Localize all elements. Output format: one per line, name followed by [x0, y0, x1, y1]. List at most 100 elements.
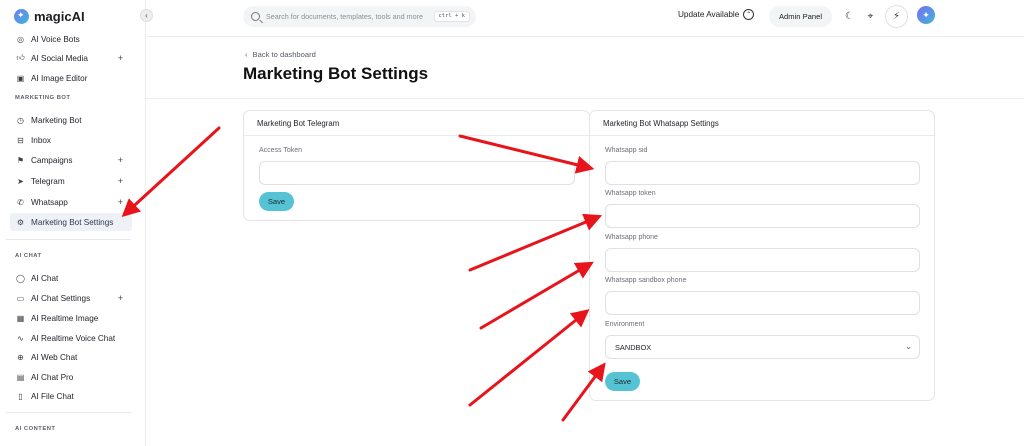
sidebar-item-label: AI Chat	[31, 273, 59, 283]
field-label: Environment	[605, 321, 645, 328]
update-available-button[interactable]: Update Available ⌃	[678, 9, 755, 20]
waveform-icon: ∿	[17, 333, 24, 343]
sidebar-item-ai-realtime-image[interactable]: ▦ AI Realtime Image	[10, 309, 132, 327]
telegram-save-button[interactable]: Save	[259, 192, 294, 211]
chat-settings-icon: ▭	[16, 293, 25, 303]
sidebar-item-ai-social-media[interactable]: 👍︎ AI Social Media +	[10, 49, 132, 67]
update-label: Update Available	[678, 10, 740, 19]
file-icon: ▯	[18, 391, 23, 401]
sidebar-item-campaigns[interactable]: ⚑ Campaigns +	[10, 151, 132, 169]
settings-icon: ⚙	[16, 217, 25, 227]
sidebar-item-label: Marketing Bot	[31, 115, 82, 125]
sidebar-item-ai-chat[interactable]: ◯ AI Chat	[10, 269, 132, 287]
flag-icon: ⚑	[16, 155, 25, 165]
keyboard-shortcut-hint: ctrl + k	[433, 11, 470, 22]
sidebar-item-label: AI Image Editor	[31, 73, 88, 83]
whatsapp-sid-input[interactable]	[605, 161, 920, 185]
chevron-left-icon: ‹	[245, 50, 248, 59]
search-icon	[251, 12, 260, 21]
sidebar-item-label: AI Realtime Image	[31, 313, 99, 323]
expand-plus-icon[interactable]: +	[118, 155, 123, 165]
sidebar-item-ai-file-chat[interactable]: ▯ AI File Chat	[10, 387, 132, 405]
whatsapp-save-button[interactable]: Save	[605, 372, 640, 391]
sidebar-item-ai-voice-bots[interactable]: ◎ AI Voice Bots	[10, 30, 132, 48]
whatsapp-token-input[interactable]	[605, 204, 920, 228]
sidebar-item-marketing-bot-settings[interactable]: ⚙ Marketing Bot Settings	[10, 213, 132, 231]
inbox-icon: ⊟	[17, 135, 24, 145]
lightning-icon: ⚡︎	[892, 11, 901, 22]
thumbs-up-icon: 👍︎	[16, 53, 25, 62]
sidebar-item-label: AI Realtime Voice Chat	[31, 333, 116, 343]
annotation-arrow	[468, 309, 590, 407]
section-label-ai-chat: AI CHAT	[15, 253, 42, 259]
card-title: Marketing Bot Telegram	[244, 111, 589, 136]
dark-mode-toggle[interactable]: ☾	[843, 8, 856, 24]
upgrade-button[interactable]: ⚡︎	[885, 5, 908, 28]
field-label: Whatsapp token	[605, 190, 656, 197]
sidebar-item-whatsapp[interactable]: ✆ Whatsapp +	[10, 193, 132, 211]
focus-mode-button[interactable]: ⌖	[864, 8, 877, 24]
avatar[interactable]: ✦	[917, 6, 935, 24]
expand-plus-icon[interactable]: +	[118, 197, 123, 207]
sidebar-item-label: AI Chat Pro	[31, 372, 74, 382]
compass-icon: ◷	[17, 115, 24, 125]
arrow-up-circle-icon: ⌃	[743, 9, 755, 20]
image-edit-icon: ▣	[16, 73, 25, 83]
globe-icon: ⊕	[17, 352, 24, 362]
field-label: Access Token	[259, 147, 303, 154]
sidebar-collapse-button[interactable]: ‹	[140, 9, 153, 22]
sidebar: magicAI ◎ AI Voice Bots 👍︎ AI Social Med…	[0, 0, 146, 446]
sidebar-item-label: Marketing Bot Settings	[31, 217, 114, 227]
voice-bot-icon: ◎	[17, 34, 24, 44]
expand-plus-icon[interactable]: +	[118, 293, 123, 303]
sidebar-divider	[6, 412, 131, 413]
chat-pro-icon: ▤	[16, 372, 25, 382]
app-name: magicAI	[34, 8, 85, 24]
back-link-label: Back to dashboard	[252, 50, 316, 59]
expand-plus-icon[interactable]: +	[118, 53, 123, 63]
sidebar-item-label: Telegram	[31, 176, 65, 186]
telegram-icon: ➤	[17, 176, 24, 186]
logo[interactable]: magicAI	[14, 5, 85, 27]
moon-icon: ☾	[845, 10, 854, 22]
sidebar-item-ai-chat-pro[interactable]: ▤ AI Chat Pro	[10, 368, 132, 386]
header-divider	[146, 98, 1024, 99]
sidebar-item-label: AI File Chat	[31, 391, 74, 401]
sidebar-item-inbox[interactable]: ⊟ Inbox	[10, 131, 132, 149]
whatsapp-settings-card: Marketing Bot Whatsapp Settings Whatsapp…	[589, 110, 935, 401]
admin-panel-button[interactable]: Admin Panel	[769, 6, 832, 27]
whatsapp-phone-input[interactable]	[605, 248, 920, 272]
sidebar-item-label: Campaigns	[31, 155, 73, 165]
sidebar-item-label: AI Web Chat	[31, 352, 78, 362]
sparkle-icon: ✦	[922, 9, 930, 20]
realtime-image-icon: ▦	[16, 313, 25, 323]
annotation-arrow	[468, 213, 603, 272]
environment-select[interactable]: SANDBOX ⌄	[605, 335, 920, 359]
sidebar-item-ai-web-chat[interactable]: ⊕ AI Web Chat	[10, 348, 132, 366]
sidebar-item-marketing-bot[interactable]: ◷ Marketing Bot	[10, 111, 132, 129]
chat-icon: ◯	[16, 273, 25, 283]
chevron-down-icon: ⌄	[905, 342, 912, 351]
page-title: Marketing Bot Settings	[243, 64, 429, 83]
crosshair-icon: ⌖	[867, 10, 874, 22]
whatsapp-sandbox-phone-input[interactable]	[605, 291, 920, 315]
search-bar[interactable]: Search for documents, templates, tools a…	[243, 6, 476, 27]
chevron-left-icon: ‹	[145, 11, 148, 20]
access-token-input[interactable]	[259, 161, 575, 185]
sidebar-divider	[6, 239, 131, 240]
expand-plus-icon[interactable]: +	[118, 176, 123, 186]
search-input[interactable]: Search for documents, templates, tools a…	[266, 12, 423, 21]
sidebar-item-label: Whatsapp	[31, 197, 68, 207]
section-label-marketing-bot: MARKETING BOT	[15, 95, 71, 101]
logo-icon	[14, 8, 29, 24]
section-label-ai-content: AI CONTENT	[15, 426, 56, 432]
sidebar-item-label: Inbox	[31, 135, 52, 145]
back-to-dashboard-link[interactable]: ‹ Back to dashboard	[245, 50, 316, 59]
sidebar-item-ai-realtime-voice-chat[interactable]: ∿ AI Realtime Voice Chat	[10, 329, 132, 347]
sidebar-item-ai-image-editor[interactable]: ▣ AI Image Editor	[10, 69, 132, 87]
sidebar-item-ai-chat-settings[interactable]: ▭ AI Chat Settings +	[10, 289, 132, 307]
sidebar-item-telegram[interactable]: ➤ Telegram +	[10, 172, 132, 190]
sidebar-item-label: AI Social Media	[31, 53, 88, 63]
sidebar-item-label: AI Voice Bots	[31, 34, 80, 44]
environment-selected-value: SANDBOX	[615, 342, 652, 352]
